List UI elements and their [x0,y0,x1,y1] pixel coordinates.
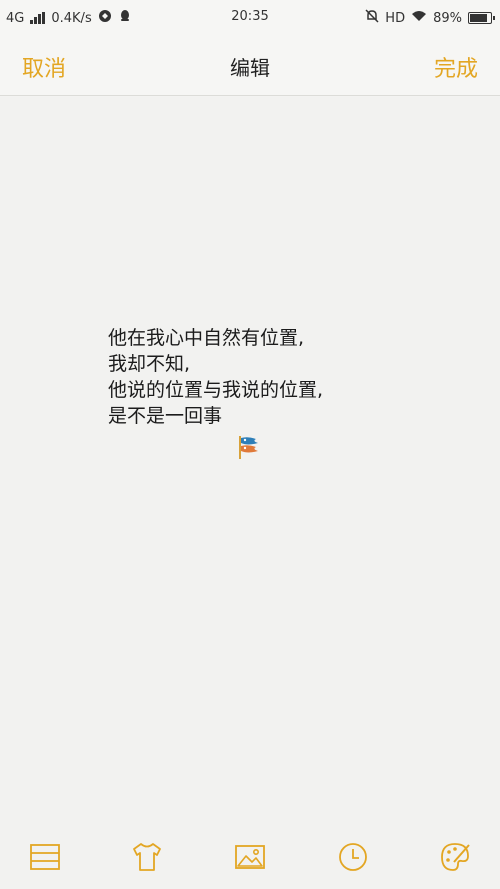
battery-icon [468,12,495,24]
status-bar: 4G 0.4K/s 20:35 HD 89% [0,0,500,34]
battery-fill [470,14,487,22]
note-line: 他在我心中自然有位置, [108,327,305,349]
wifi-icon [411,10,427,26]
bottom-toolbar [0,822,500,889]
hd-label: HD [385,10,406,26]
nav-bar: 取消 编辑 完成 [0,34,500,96]
done-button[interactable]: 完成 [434,51,478,83]
shirt-icon[interactable] [130,840,164,874]
battery-percent: 89% [433,10,462,26]
mute-bell-icon [365,9,379,27]
flag-sticker-icon [236,434,262,460]
note-text[interactable]: 他在我心中自然有位置, 我却不知, 他说的位置与我说的位置, 是不是一回事 [108,325,408,429]
note-line: 我却不知, [108,353,191,375]
status-right: HD 89% [365,9,495,27]
note-editor[interactable]: 他在我心中自然有位置, 我却不知, 他说的位置与我说的位置, 是不是一回事 [0,97,500,822]
palette-icon[interactable] [438,840,472,874]
note-line: 他说的位置与我说的位置, [108,379,324,401]
image-icon[interactable] [233,840,267,874]
note-line: 是不是一回事 [108,405,223,427]
page-title: 编辑 [230,56,270,80]
list-icon[interactable] [28,840,62,874]
clock-icon[interactable] [336,840,370,874]
